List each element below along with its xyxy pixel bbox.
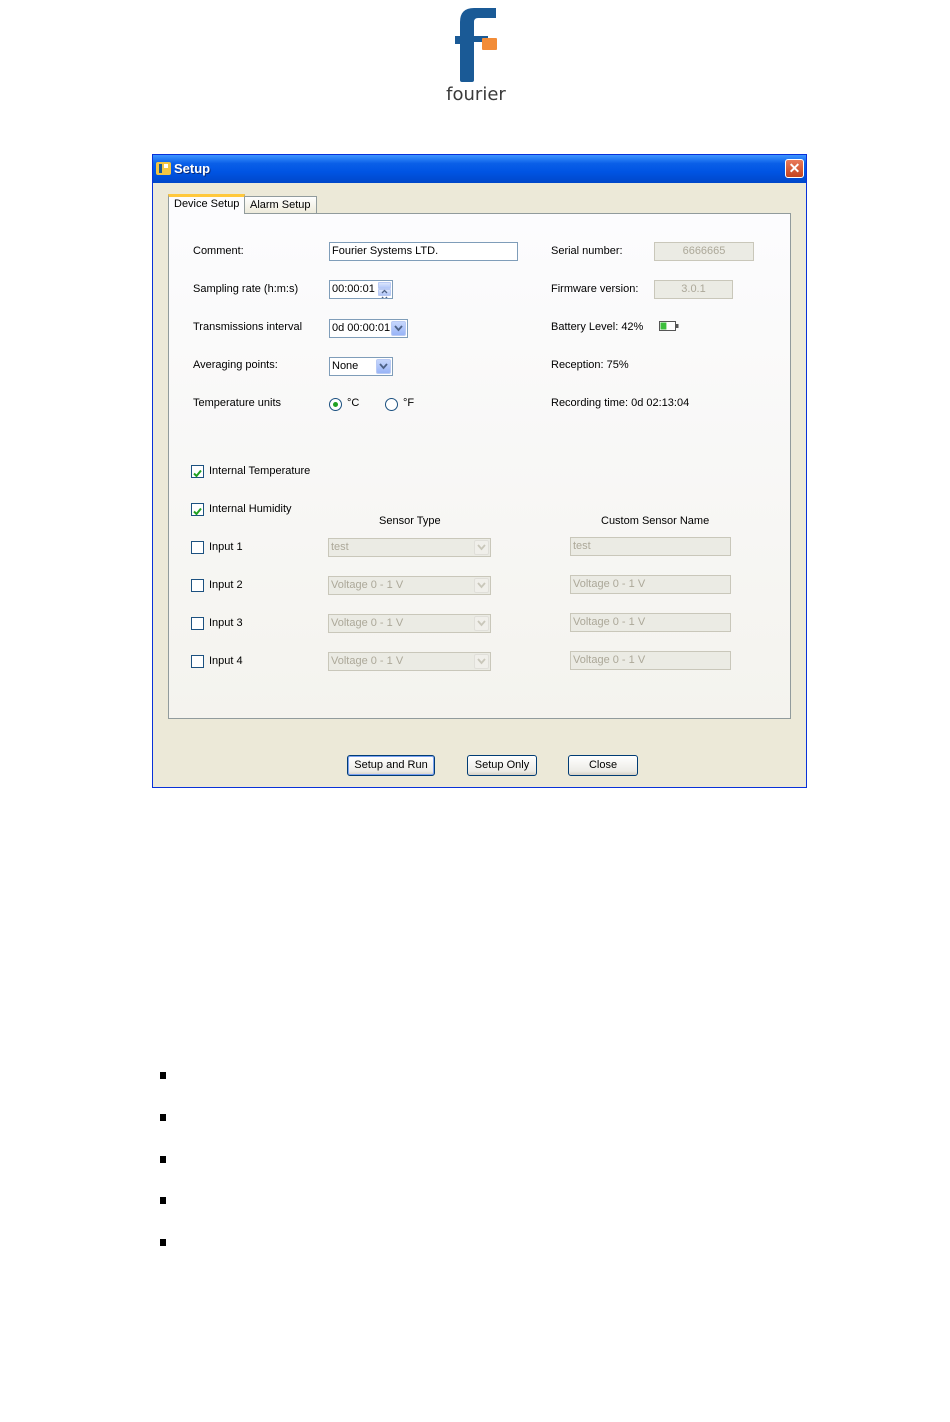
device-setup-panel: Comment: Fourier Systems LTD. Sampling r… <box>168 213 791 719</box>
battery-icon <box>659 321 679 331</box>
custom-sensor-name-header: Custom Sensor Name <box>601 515 710 527</box>
close-button[interactable]: Close <box>568 755 638 776</box>
setup-window: Setup ✕ Device Setup Alarm Setup Comment… <box>152 154 807 788</box>
chevron-down-icon[interactable] <box>376 359 391 374</box>
firmware-version-field: 3.0.1 <box>654 280 733 299</box>
transmission-interval-label: Transmissions interval <box>193 321 303 333</box>
sensor-type-header: Sensor Type <box>379 515 441 527</box>
averaging-points-select[interactable]: None <box>329 357 393 376</box>
tab-device-setup[interactable]: Device Setup <box>168 194 246 214</box>
averaging-points-label: Averaging points: <box>193 359 278 371</box>
input-2-sensor-type-value: Voltage 0 - 1 V <box>331 579 404 591</box>
reception-text: Reception: 75% <box>551 359 629 371</box>
fahrenheit-label: °F <box>403 397 415 409</box>
checkbox-input-1[interactable] <box>191 541 204 554</box>
input-4-custom-name-field[interactable]: Voltage 0 - 1 V <box>570 651 731 670</box>
radio-selected-dot <box>333 402 338 407</box>
input-3-custom-name-field[interactable]: Voltage 0 - 1 V <box>570 613 731 632</box>
spin-up-icon[interactable] <box>378 282 391 294</box>
radio-celsius[interactable] <box>329 398 342 411</box>
radio-fahrenheit[interactable] <box>385 398 398 411</box>
setup-and-run-button[interactable]: Setup and Run <box>347 755 435 776</box>
sampling-rate-stepper[interactable]: 00:00:01 <box>329 280 393 299</box>
bullet-marker <box>160 1197 166 1204</box>
chevron-down-icon[interactable] <box>474 540 489 555</box>
input-3-label: Input 3 <box>209 617 243 629</box>
input-1-sensor-type-value: test <box>331 541 349 553</box>
sampling-rate-label: Sampling rate (h:m:s) <box>193 283 299 295</box>
chevron-down-icon[interactable] <box>391 321 406 336</box>
averaging-points-value: None <box>332 360 359 372</box>
recording-time-text: Recording time: 0d 02:13:04 <box>551 397 690 409</box>
comment-input[interactable]: Fourier Systems LTD. <box>329 242 518 261</box>
title-bar[interactable]: Setup ✕ <box>153 155 806 183</box>
battery-level-text: Battery Level: 42% <box>551 321 644 333</box>
input-3-sensor-type-select[interactable]: Voltage 0 - 1 V <box>328 614 491 633</box>
checkbox-internal-humidity[interactable] <box>191 503 204 516</box>
serial-number-field: 6666665 <box>654 242 754 261</box>
input-1-sensor-type-select[interactable]: test <box>328 538 491 557</box>
checkbox-input-4[interactable] <box>191 655 204 668</box>
close-window-button[interactable]: ✕ <box>785 159 804 178</box>
checkmark-icon <box>193 507 202 516</box>
input-3-sensor-type-value: Voltage 0 - 1 V <box>331 617 404 629</box>
checkmark-icon <box>193 469 202 478</box>
input-2-label: Input 2 <box>209 579 243 591</box>
comment-label: Comment: <box>193 245 244 257</box>
spin-buttons[interactable] <box>378 282 391 298</box>
chevron-down-icon[interactable] <box>474 654 489 669</box>
close-icon: ✕ <box>788 160 801 176</box>
input-2-sensor-type-select[interactable]: Voltage 0 - 1 V <box>328 576 491 595</box>
checkbox-input-2[interactable] <box>191 579 204 592</box>
bullet-marker <box>160 1114 166 1121</box>
input-4-label: Input 4 <box>209 655 243 667</box>
temperature-units-label: Temperature units <box>193 397 282 409</box>
input-4-sensor-type-value: Voltage 0 - 1 V <box>331 655 404 667</box>
app-icon <box>156 162 171 175</box>
tab-alarm-setup[interactable]: Alarm Setup <box>244 196 317 214</box>
transmission-interval-value: 0d 00:00:01 <box>332 322 391 334</box>
spin-down-icon[interactable] <box>378 289 391 298</box>
bullet-marker <box>160 1156 166 1163</box>
checkbox-input-3[interactable] <box>191 617 204 630</box>
internal-temperature-label: Internal Temperature <box>209 465 311 477</box>
input-4-sensor-type-select[interactable]: Voltage 0 - 1 V <box>328 652 491 671</box>
input-2-custom-name-field[interactable]: Voltage 0 - 1 V <box>570 575 731 594</box>
chevron-down-icon[interactable] <box>474 578 489 593</box>
checkbox-internal-temperature[interactable] <box>191 465 204 478</box>
bullet-marker <box>160 1072 166 1079</box>
bullet-marker <box>160 1239 166 1246</box>
input-1-label: Input 1 <box>209 541 243 553</box>
setup-only-button[interactable]: Setup Only <box>467 755 537 776</box>
transmission-interval-select[interactable]: 0d 00:00:01 <box>329 319 408 338</box>
serial-number-label: Serial number: <box>551 245 623 257</box>
sampling-rate-value: 00:00:01 <box>332 283 375 295</box>
celsius-label: °C <box>347 397 360 409</box>
chevron-down-icon[interactable] <box>474 616 489 631</box>
input-1-custom-name-field[interactable]: test <box>570 537 731 556</box>
internal-humidity-label: Internal Humidity <box>209 503 292 515</box>
logo-wordmark: fourier <box>446 84 506 105</box>
window-title: Setup <box>174 161 211 176</box>
firmware-version-label: Firmware version: <box>551 283 639 295</box>
